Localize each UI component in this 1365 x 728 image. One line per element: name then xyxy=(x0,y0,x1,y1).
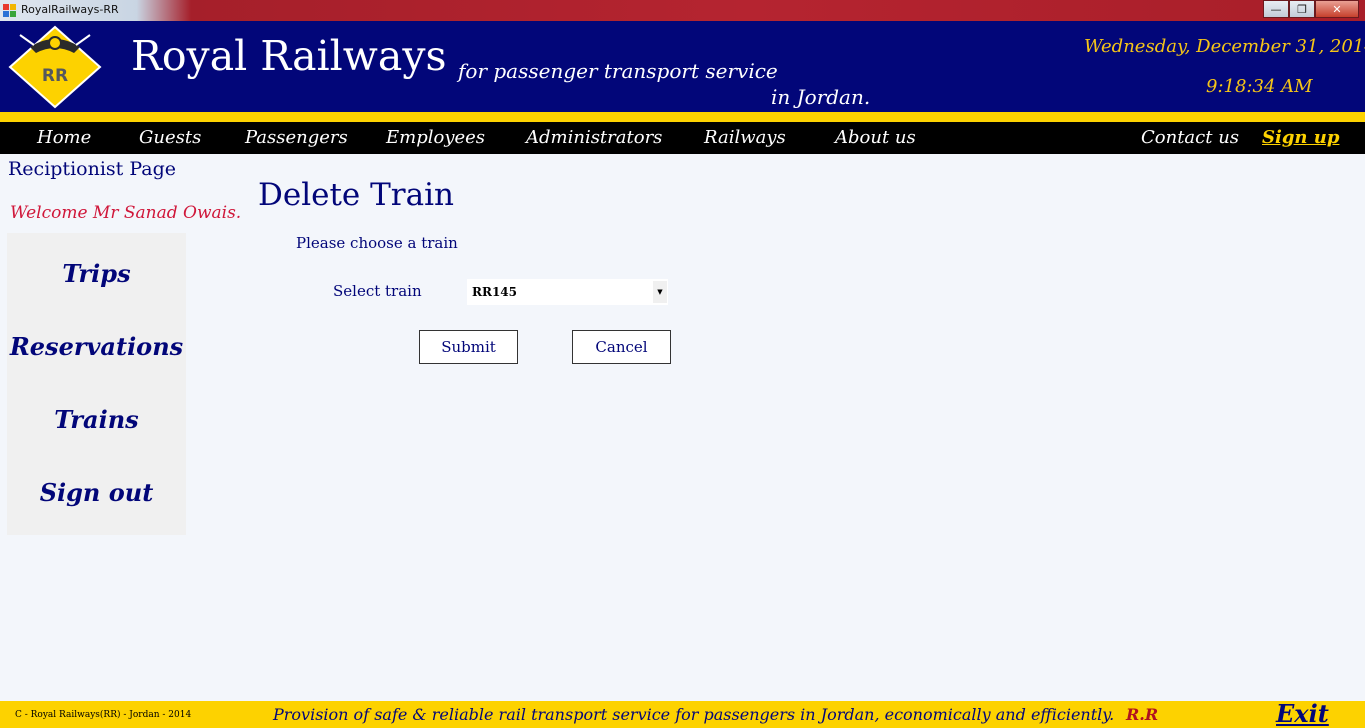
window-titlebar: RoyalRailways-RR — ❐ ✕ xyxy=(0,0,1365,21)
main-nav: Home Guests Passengers Employees Adminis… xyxy=(0,122,1365,154)
nav-employees[interactable]: Employees xyxy=(386,127,485,148)
cancel-button[interactable]: Cancel xyxy=(572,330,671,364)
mission-statement: Provision of safe & reliable rail transp… xyxy=(273,705,1115,724)
copyright-text: C - Royal Railways(RR) - Jordan - 2014 xyxy=(15,710,192,720)
current-time: 9:18:34 AM xyxy=(1206,76,1313,97)
royal-railways-logo: RR xyxy=(8,25,102,109)
sidebar-item-trips[interactable]: Trips xyxy=(7,259,186,288)
svg-text:RR: RR xyxy=(42,66,68,86)
restore-icon: ❐ xyxy=(1297,2,1307,16)
current-date: Wednesday, December 31, 2014 xyxy=(1084,36,1365,57)
window-title: RoyalRailways-RR xyxy=(21,3,119,16)
nav-signup[interactable]: Sign up xyxy=(1262,127,1339,148)
minimize-icon: — xyxy=(1270,2,1282,16)
site-header: RR Royal Railways for passenger transpor… xyxy=(0,21,1365,112)
window-controls: — ❐ ✕ xyxy=(1263,0,1359,18)
header-divider xyxy=(0,112,1365,122)
nav-contact[interactable]: Contact us xyxy=(1141,127,1239,148)
tagline-line1: for passenger transport service xyxy=(458,59,778,83)
welcome-message: Welcome Mr Sanad Owais. xyxy=(10,203,242,223)
close-button[interactable]: ✕ xyxy=(1315,0,1359,18)
page-title: Delete Train xyxy=(258,177,454,213)
sidebar-item-reservations[interactable]: Reservations xyxy=(7,332,186,361)
nav-railways[interactable]: Railways xyxy=(704,127,786,148)
dropdown-arrow-icon[interactable]: ▼ xyxy=(653,281,667,303)
select-train-label: Select train xyxy=(333,282,422,300)
side-menu: Trips Reservations Trains Sign out xyxy=(7,233,186,535)
nav-about[interactable]: About us xyxy=(835,127,916,148)
footer-mark: R.R xyxy=(1126,705,1159,724)
page-label: Reciptionist Page xyxy=(8,158,176,180)
tagline-line2: in Jordan. xyxy=(771,85,871,109)
close-icon: ✕ xyxy=(1332,2,1342,16)
instruction-text: Please choose a train xyxy=(296,234,458,252)
nav-guests[interactable]: Guests xyxy=(139,127,201,148)
app-icon xyxy=(3,4,16,17)
nav-home[interactable]: Home xyxy=(37,127,91,148)
sidebar-item-trains[interactable]: Trains xyxy=(7,405,186,434)
submit-button[interactable]: Submit xyxy=(419,330,518,364)
site-footer: C - Royal Railways(RR) - Jordan - 2014 P… xyxy=(0,699,1365,728)
nav-administrators[interactable]: Administrators xyxy=(526,127,662,148)
maximize-button[interactable]: ❐ xyxy=(1289,0,1315,18)
train-select-value: RR145 xyxy=(472,285,517,299)
nav-passengers[interactable]: Passengers xyxy=(245,127,348,148)
brand-title: Royal Railways xyxy=(131,32,447,80)
sidebar-item-sign-out[interactable]: Sign out xyxy=(7,478,186,507)
minimize-button[interactable]: — xyxy=(1263,0,1289,18)
exit-link[interactable]: Exit xyxy=(1276,699,1329,728)
train-select[interactable]: RR145 ▼ xyxy=(467,279,668,305)
